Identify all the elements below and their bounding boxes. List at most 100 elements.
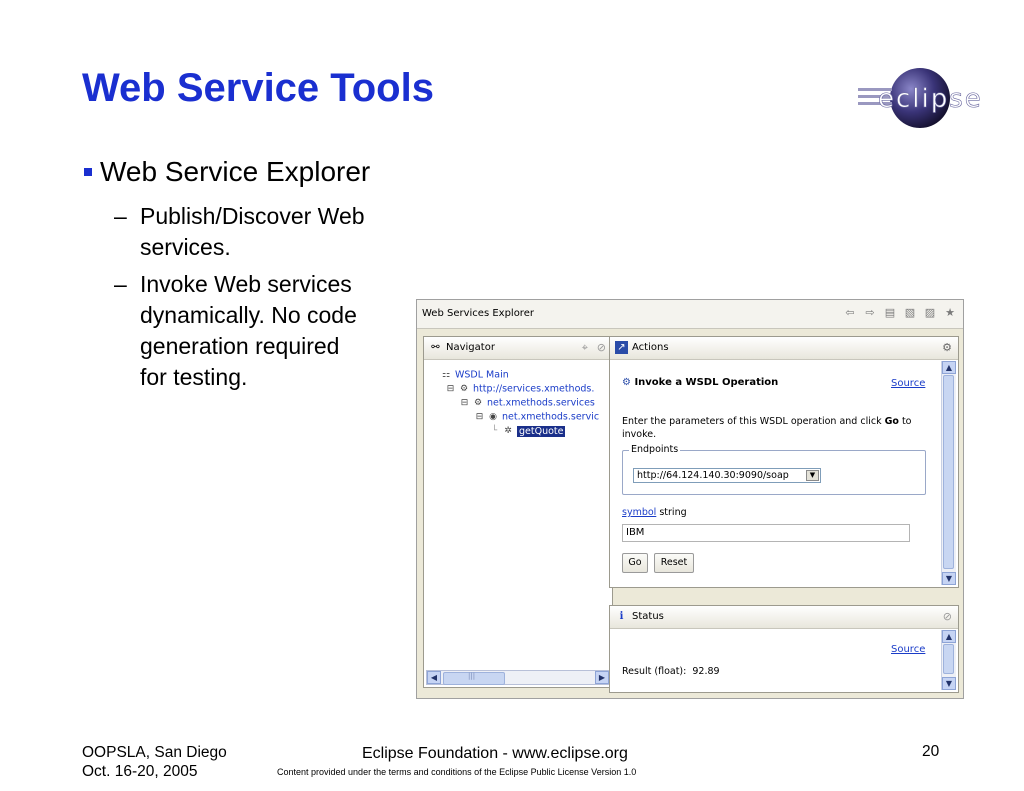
eclipse-logo: eclipse xyxy=(850,60,1000,135)
wsdl-main-icon: ⚏ xyxy=(441,370,451,380)
navigator-header: ⚯ Navigator ⌖ ⊘ xyxy=(424,337,612,360)
status-result: Result (float): 92.89 xyxy=(622,666,720,677)
tree-connector: └ xyxy=(491,426,498,436)
tree-item-getquote[interactable]: └ ✲ getQuote xyxy=(490,425,566,437)
footer-conference: OOPSLA, San Diego Oct. 16-20, 2005 xyxy=(82,743,227,781)
footer-foundation: Eclipse Foundation - www.eclipse.org xyxy=(362,745,628,762)
window-titlebar: Web Services Explorer ⇦ ⇨ ▤ ▧ ▨ ★ xyxy=(417,300,963,329)
scroll-up-icon[interactable]: ▲ xyxy=(942,630,956,643)
operation-icon: ✲ xyxy=(504,426,512,436)
navigator-title: Navigator xyxy=(446,342,495,353)
status-title: Status xyxy=(632,611,664,622)
param-type: string xyxy=(659,507,687,518)
footer-license: Content provided under the terms and con… xyxy=(277,767,637,777)
wsdl-service-icon: ⚙ xyxy=(459,384,469,394)
scroll-thumb[interactable] xyxy=(943,644,954,674)
tree-item-label: net.xmethods.services xyxy=(487,397,595,409)
scroll-right-icon[interactable]: ▶ xyxy=(595,671,609,684)
invoke-heading: ⚙ Invoke a WSDL Operation xyxy=(622,377,778,388)
tree-item-label: WSDL Main xyxy=(455,369,509,381)
symbol-input[interactable]: IBM xyxy=(622,524,910,542)
scroll-thumb[interactable]: ||| xyxy=(443,672,505,685)
collapse-icon[interactable]: ⊟ xyxy=(475,411,484,423)
sub-bullet-line: services. xyxy=(140,234,231,260)
collapse-icon[interactable]: ⊟ xyxy=(446,383,455,395)
status-source-link[interactable]: Source xyxy=(891,644,925,655)
tree-item-wsdl-url[interactable]: ⊟ ⚙ http://services.xmethods. xyxy=(446,383,595,395)
reset-button[interactable]: Reset xyxy=(654,553,694,573)
window-toolbar: ⇦ ⇨ ▤ ▧ ▨ ★ xyxy=(843,306,957,320)
back-arrow-icon[interactable]: ⇦ xyxy=(843,306,857,320)
scroll-up-icon[interactable]: ▲ xyxy=(942,361,956,374)
sub-bullet-line: dynamically. No code xyxy=(140,302,357,328)
tree-item-label: net.xmethods.servic xyxy=(502,411,600,423)
navigator-icon: ⚯ xyxy=(431,342,440,353)
scroll-left-icon[interactable]: ◀ xyxy=(427,671,441,684)
sub-bullet-line: Publish/Discover Web xyxy=(140,203,365,229)
parameter-label: symbol string xyxy=(622,507,687,518)
tree-item-label: getQuote xyxy=(517,425,566,437)
navigator-pane: ⚯ Navigator ⌖ ⊘ ⚏ WSDL Main ⊟ ⚙ http://serv… xyxy=(423,336,613,688)
info-icon: i xyxy=(619,611,624,622)
instruction-text: Enter the parameters of this WSDL operat… xyxy=(622,415,930,441)
dash: – xyxy=(114,271,127,297)
wsdl-page-icon[interactable]: ▨ xyxy=(923,306,937,320)
endpoints-legend: Endpoints xyxy=(629,444,681,455)
tree-item-service[interactable]: ⊟ ⚙ net.xmethods.services xyxy=(460,397,595,409)
favorites-star-icon[interactable]: ★ xyxy=(943,306,957,320)
actions-header: ↗ Actions ⚙ xyxy=(610,337,958,360)
actions-vertical-scrollbar[interactable]: ▲ ▼ xyxy=(941,361,956,585)
dash: – xyxy=(114,203,127,229)
endpoint-select[interactable]: http://64.124.140.30:9090/soap ▼ xyxy=(633,468,821,483)
param-name-link[interactable]: symbol xyxy=(622,507,656,518)
tree-item-label: http://services.xmethods. xyxy=(473,383,595,395)
tree-item-wsdl-main[interactable]: ⚏ WSDL Main xyxy=(440,369,509,381)
status-pane: i Status ⊘ Source Result (float): 92.89 … xyxy=(609,605,959,693)
wsdl-details-icon[interactable]: ⚙ xyxy=(942,341,952,354)
status-vertical-scrollbar[interactable]: ▲ ▼ xyxy=(941,630,956,690)
navigator-horizontal-scrollbar[interactable]: ◀ ||| ▶ xyxy=(426,670,610,685)
document-add-icon[interactable]: ▧ xyxy=(903,306,917,320)
scroll-down-icon[interactable]: ▼ xyxy=(942,677,956,690)
endpoint-value: http://64.124.140.30:9090/soap xyxy=(637,470,789,481)
chevron-down-icon[interactable]: ▼ xyxy=(806,470,819,481)
actions-icon: ↗ xyxy=(615,341,628,354)
clear-icon[interactable]: ⊘ xyxy=(943,610,952,623)
window-title: Web Services Explorer xyxy=(422,308,534,319)
slide-title: Web Service Tools xyxy=(82,66,434,110)
bullet-web-service-explorer: Web Service Explorer xyxy=(84,156,370,188)
sub-bullet-line: for testing. xyxy=(140,364,248,390)
sub-bullet-invoke: – Invoke Web services dynamically. No co… xyxy=(114,269,414,393)
binding-icon: ◉ xyxy=(489,412,497,422)
page-number: 20 xyxy=(922,743,940,760)
scroll-down-icon[interactable]: ▼ xyxy=(942,572,956,585)
endpoints-group: Endpoints http://64.124.140.30:9090/soap… xyxy=(622,444,926,495)
footer-date-line: Oct. 16-20, 2005 xyxy=(82,763,198,780)
sub-bullet-line: Invoke Web services xyxy=(140,271,352,297)
sub-bullet-publish: – Publish/Discover Web services. xyxy=(114,201,414,263)
actions-pane: ↗ Actions ⚙ ⚙ Invoke a WSDL Operation So… xyxy=(609,336,959,588)
invoke-wsdl-icon: ⚙ xyxy=(622,377,631,388)
collapse-icon[interactable]: ⊟ xyxy=(460,397,469,409)
service-icon: ⚙ xyxy=(473,398,483,408)
scroll-grip: ||| xyxy=(468,672,476,680)
forward-arrow-icon[interactable]: ⇨ xyxy=(863,306,877,320)
web-services-explorer-window: Web Services Explorer ⇦ ⇨ ▤ ▧ ▨ ★ ⚯ Navi… xyxy=(416,299,964,699)
go-button[interactable]: Go xyxy=(622,553,648,573)
scroll-thumb[interactable] xyxy=(943,375,954,569)
tree-item-binding[interactable]: ⊟ ◉ net.xmethods.servic xyxy=(475,411,599,423)
pin-icon[interactable]: ⌖ xyxy=(582,341,588,355)
invoke-heading-text: Invoke a WSDL Operation xyxy=(634,377,779,388)
status-header: i Status ⊘ xyxy=(610,606,958,629)
clear-icon[interactable]: ⊘ xyxy=(597,341,606,354)
logo-text: eclipse xyxy=(878,84,983,114)
bullet-text: Web Service Explorer xyxy=(100,156,371,187)
bullet-square-icon xyxy=(84,167,92,176)
actions-source-link[interactable]: Source xyxy=(891,378,925,389)
actions-title: Actions xyxy=(632,342,669,353)
document-icon[interactable]: ▤ xyxy=(883,306,897,320)
sub-bullet-line: generation required xyxy=(140,333,340,359)
footer-conference-line: OOPSLA, San Diego xyxy=(82,744,227,761)
instruction-go: Go xyxy=(884,416,899,427)
instruction-part: Enter the parameters of this WSDL operat… xyxy=(622,416,885,427)
